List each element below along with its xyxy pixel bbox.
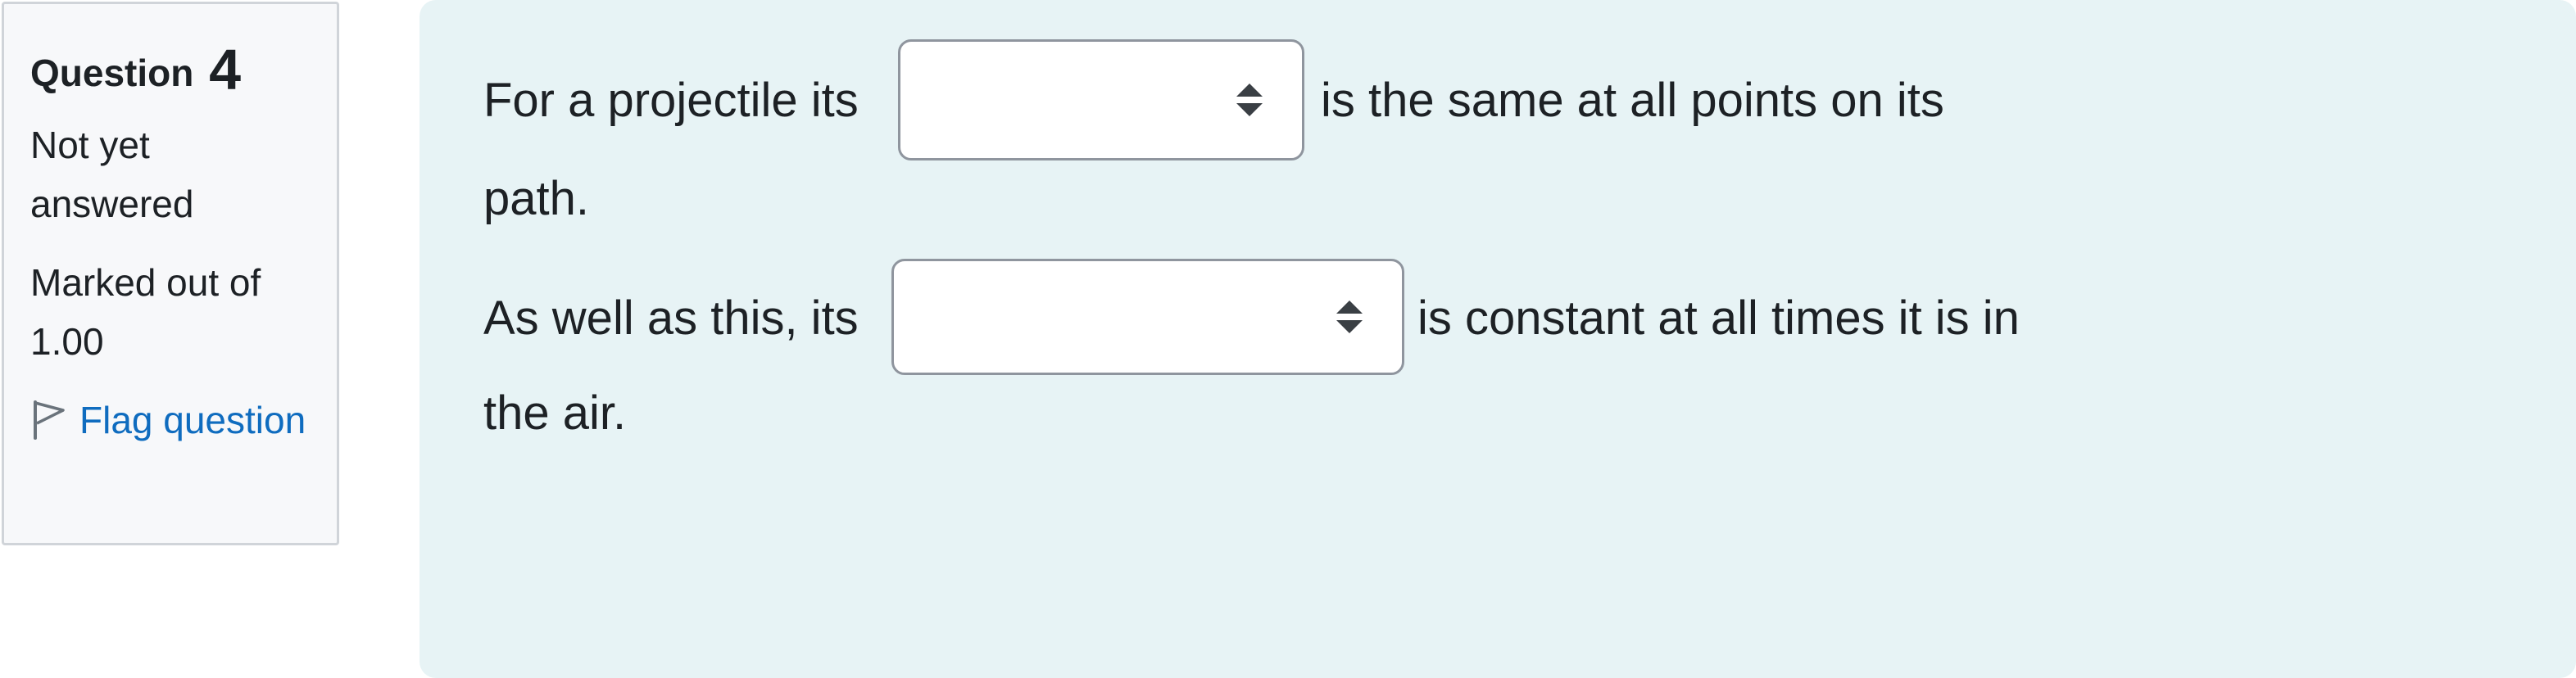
question-content-panel: For a projectile its is the same at all … xyxy=(420,0,2576,678)
sentence2-text-end: the air. xyxy=(483,386,627,440)
sentence2-text-start: As well as this, its xyxy=(483,292,859,345)
answer-select-1[interactable] xyxy=(898,39,1304,160)
question-label: Question xyxy=(30,52,194,94)
question-status: Not yet answered xyxy=(30,124,194,225)
sentence1-text-middle: is the same at all points on its xyxy=(1321,74,1944,127)
question-number: 4 xyxy=(209,38,242,102)
quiz-question-page: Question 4 Not yet answered Marked out o… xyxy=(0,0,2576,678)
answer-select-2[interactable] xyxy=(891,259,1404,375)
question-heading: Question 4 xyxy=(30,34,311,106)
flag-question-label: Flag question xyxy=(79,399,306,441)
flag-icon xyxy=(34,400,65,440)
sentence1-text-end: path. xyxy=(483,172,589,225)
sort-arrows-icon xyxy=(1336,301,1363,333)
flag-question-link[interactable]: Flag question xyxy=(30,391,311,450)
sentence2-text-middle: is constant at all times it is in xyxy=(1417,292,2020,345)
question-info-panel: Question 4 Not yet answered Marked out o… xyxy=(2,2,339,545)
sort-arrows-icon xyxy=(1236,84,1263,116)
sentence1-text-start: For a projectile its xyxy=(483,74,859,127)
question-marks: Marked out of 1.00 xyxy=(30,261,261,363)
